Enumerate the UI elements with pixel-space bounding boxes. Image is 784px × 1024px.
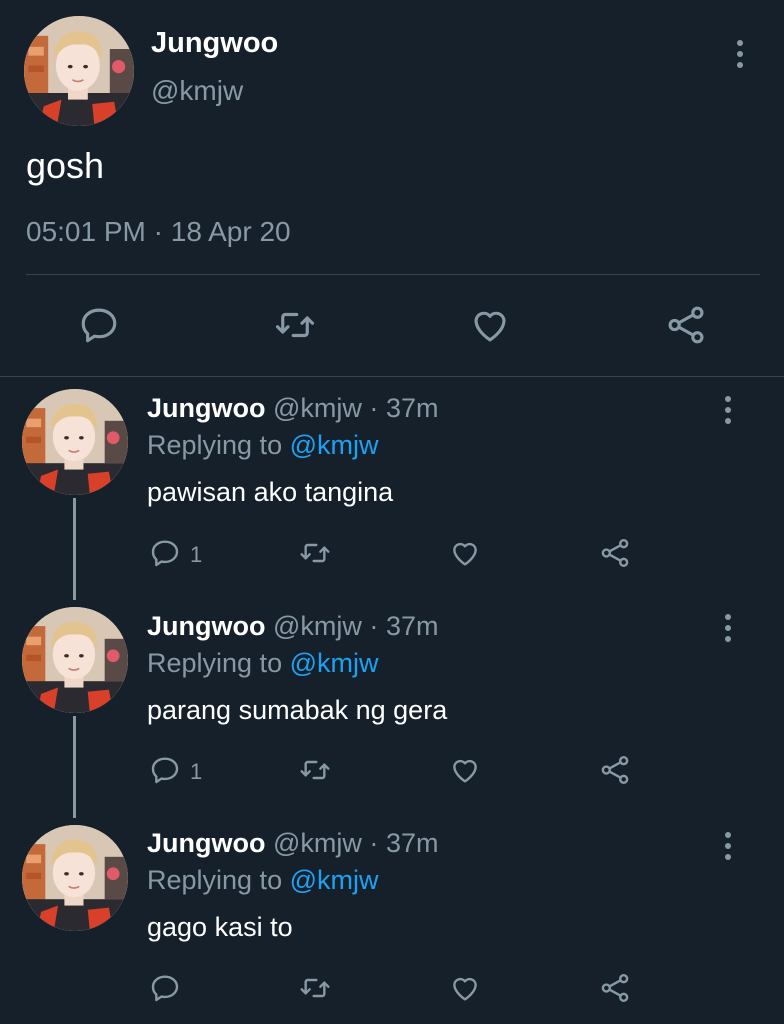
main-tweet-timestamp: 05:01 PM · 18 Apr 20 bbox=[26, 216, 291, 248]
reply-time: 37m bbox=[385, 611, 439, 641]
reply-text: gago kasi to bbox=[147, 912, 293, 942]
main-tweet-text: gosh bbox=[26, 145, 105, 186]
share-icon[interactable] bbox=[599, 537, 631, 569]
meta-separator: · bbox=[153, 216, 163, 247]
reply-header: Jungwoo @kmjw · 37m bbox=[147, 828, 438, 859]
reply-author-name[interactable]: Jungwoo bbox=[147, 611, 265, 641]
like-icon[interactable] bbox=[469, 304, 511, 346]
reply-icon[interactable] bbox=[149, 537, 181, 569]
replying-to-mention[interactable]: @kmjw bbox=[290, 648, 379, 678]
replying-to-label: Replying to bbox=[147, 865, 283, 895]
reply-count: 1 bbox=[190, 542, 203, 567]
like-icon[interactable] bbox=[449, 537, 481, 569]
reply-more-options-icon[interactable] bbox=[724, 396, 732, 424]
reply-more-options-icon[interactable] bbox=[724, 832, 732, 860]
meta-separator: · bbox=[369, 828, 379, 858]
main-author-name[interactable]: Jungwoo bbox=[151, 27, 278, 60]
reply-icon[interactable] bbox=[149, 754, 181, 786]
replying-to-mention[interactable]: @kmjw bbox=[290, 865, 379, 895]
main-tweet-divider bbox=[26, 274, 760, 275]
thread-connector-line bbox=[73, 716, 76, 818]
reply-header: Jungwoo @kmjw · 37m bbox=[147, 393, 438, 424]
main-author-handle[interactable]: @kmjw bbox=[151, 75, 243, 107]
replying-to-line: Replying to @kmjw bbox=[147, 648, 379, 679]
share-icon[interactable] bbox=[599, 972, 631, 1004]
replying-to-label: Replying to bbox=[147, 430, 283, 460]
retweet-icon[interactable] bbox=[298, 754, 332, 786]
reply-author-avatar[interactable] bbox=[22, 607, 128, 713]
reply-author-avatar[interactable] bbox=[22, 825, 128, 931]
reply-count: 1 bbox=[190, 759, 203, 784]
reply-author-handle[interactable]: @kmjw bbox=[273, 828, 362, 858]
reply-author-handle[interactable]: @kmjw bbox=[273, 611, 362, 641]
meta-separator: · bbox=[369, 393, 379, 423]
reply-header: Jungwoo @kmjw · 37m bbox=[147, 611, 438, 642]
reply-author-avatar[interactable] bbox=[22, 389, 128, 495]
main-tweet-date: 18 Apr 20 bbox=[170, 216, 291, 247]
thread-connector-line bbox=[73, 498, 76, 600]
reply-time: 37m bbox=[385, 393, 439, 423]
main-tweet-time: 05:01 PM bbox=[26, 216, 146, 247]
reply-icon[interactable] bbox=[149, 972, 181, 1004]
like-icon[interactable] bbox=[449, 754, 481, 786]
reply-text: pawisan ako tangina bbox=[147, 477, 394, 507]
meta-separator: · bbox=[369, 611, 379, 641]
main-actions-divider bbox=[0, 376, 784, 377]
reply-time: 37m bbox=[385, 828, 439, 858]
replying-to-mention[interactable]: @kmjw bbox=[290, 430, 379, 460]
reply-author-name[interactable]: Jungwoo bbox=[147, 828, 265, 858]
reply-author-name[interactable]: Jungwoo bbox=[147, 393, 265, 423]
share-icon[interactable] bbox=[665, 304, 707, 346]
replying-to-label: Replying to bbox=[147, 648, 283, 678]
main-more-options-icon[interactable] bbox=[736, 40, 744, 68]
reply-icon[interactable] bbox=[78, 304, 120, 346]
replying-to-line: Replying to @kmjw bbox=[147, 865, 379, 896]
main-author-avatar[interactable] bbox=[24, 16, 134, 126]
share-icon[interactable] bbox=[599, 754, 631, 786]
retweet-icon[interactable] bbox=[298, 537, 332, 569]
reply-more-options-icon[interactable] bbox=[724, 614, 732, 642]
like-icon[interactable] bbox=[449, 972, 481, 1004]
retweet-icon[interactable] bbox=[273, 304, 317, 346]
replying-to-line: Replying to @kmjw bbox=[147, 430, 379, 461]
reply-text: parang sumabak ng gera bbox=[147, 695, 448, 725]
reply-author-handle[interactable]: @kmjw bbox=[273, 393, 362, 423]
retweet-icon[interactable] bbox=[298, 972, 332, 1004]
